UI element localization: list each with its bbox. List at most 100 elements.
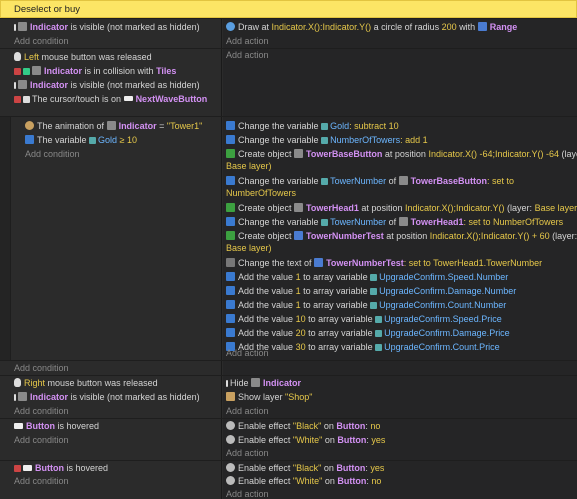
add-action-link[interactable]: Add action — [226, 49, 269, 61]
event3-actions-4-layer: (layer: — [507, 203, 533, 213]
condition-visible[interactable]: Indicator is visible (not marked as hidd… — [14, 21, 200, 34]
event6-a1-pre: Enable effect — [238, 463, 291, 473]
action-enable-black[interactable]: Enable effect "Black" on Button: yes — [226, 462, 384, 475]
scene-variable-icon — [375, 316, 383, 323]
text-object-icon — [314, 258, 324, 267]
action-add-speed-price[interactable]: Add the value 10 to array variable Upgra… — [226, 313, 502, 326]
variable-icon — [226, 217, 235, 226]
cursor-icon — [226, 380, 228, 387]
event-row-3[interactable]: The animation of Indicator = "Tower1" Th… — [11, 117, 577, 360]
event3-actions-3-rest: : set to — [487, 176, 515, 186]
conditions-column: Add condition — [0, 361, 222, 375]
add-action-link[interactable]: Add action — [226, 488, 269, 499]
condition-mouse-left[interactable]: Left mouse button was released — [14, 51, 152, 64]
event5-a1-eff: "Black" — [292, 421, 322, 431]
event1-cond1-obj: Indicator — [30, 22, 69, 32]
condition-variable-gold[interactable]: The variable Gold ≥ 10 — [25, 134, 137, 147]
actions-column: Enable effect "Black" on Button: no Enab… — [223, 419, 577, 460]
conditions-column: Right mouse button was released Indicato… — [0, 376, 222, 418]
event5-a1-pre: Enable effect — [238, 421, 291, 431]
effect-icon — [226, 435, 235, 444]
condition-animation[interactable]: The animation of Indicator = "Tower1" — [25, 120, 202, 133]
event-row-1[interactable]: Indicator is visible (not marked as hidd… — [0, 19, 577, 48]
add-condition-link[interactable]: Add condition — [14, 35, 69, 47]
shape-painter-icon — [477, 22, 487, 31]
event3-actions-8-val: 1 — [295, 272, 301, 282]
collision-icon — [23, 68, 30, 75]
action-enable-white[interactable]: Enable effect "White" on Button: yes — [226, 434, 385, 447]
event3-c1-val: "Tower1" — [166, 121, 203, 131]
add-action-link[interactable]: Add action — [226, 447, 269, 459]
event-row-4[interactable]: Right mouse button was released Indicato… — [0, 376, 577, 418]
conditions-column: Button is hovered Add condition — [0, 419, 222, 460]
cursor-touch-icon — [23, 96, 30, 103]
scene-variable-icon — [370, 302, 378, 309]
action-create-towerbasebutton[interactable]: Create object TowerBaseButton at positio… — [226, 148, 577, 161]
event4-c1-text: mouse button was released — [47, 378, 158, 388]
action-enable-white[interactable]: Enable effect "White" on Button: no — [226, 475, 381, 488]
condition-button-hovered[interactable]: Button is hovered — [14, 420, 99, 433]
action-add-damage-price[interactable]: Add the value 20 to array variable Upgra… — [226, 327, 510, 340]
action-set-towernumber-head[interactable]: Change the variable TowerNumber of Tower… — [226, 216, 563, 229]
action-hide[interactable]: Hide Indicator — [226, 377, 301, 390]
event-row-6[interactable]: Button is hovered Add condition Enable e… — [0, 461, 577, 499]
action-add-damage-number[interactable]: Add the value 1 to array variable Upgrad… — [226, 285, 516, 298]
action-add-count-number[interactable]: Add the value 1 to array variable Upgrad… — [226, 299, 506, 312]
event-row-2[interactable]: Left mouse button was released Indicator… — [0, 49, 577, 116]
add-condition-link[interactable]: Add condition — [14, 434, 69, 446]
action-draw-circle[interactable]: Draw at Indicator.X():Indicator.Y() a ci… — [226, 21, 517, 34]
event3-actions-9-rest: to array variable — [303, 286, 368, 296]
condition-mouse-right[interactable]: Right mouse button was released — [14, 377, 158, 390]
event6-c1-obj: Button — [35, 463, 64, 473]
condition-visible[interactable]: Indicator is visible (not marked as hidd… — [14, 79, 200, 92]
action-change-gold[interactable]: Change the variable Gold: subtract 10 — [226, 120, 399, 133]
event1-cond1-text: is visible (not marked as hidden) — [70, 22, 200, 32]
event3-actions-10-text: Add the value — [238, 300, 294, 310]
object-icon — [106, 121, 116, 130]
condition-button-not-hovered[interactable]: Button is hovered — [14, 462, 108, 475]
button-object-icon — [14, 423, 23, 429]
action-create-towerhead1[interactable]: Create object TowerHead1 at position Ind… — [226, 202, 577, 215]
add-condition-link[interactable]: Add condition — [14, 362, 69, 374]
condition-collision[interactable]: Indicator is in collision with Tiles — [14, 65, 176, 78]
event3-actions-0-val: 10 — [388, 121, 399, 131]
event3-actions-2-layerval: Base layer) — [226, 161, 272, 171]
event3-actions-6-obj: TowerNumberTest — [306, 231, 384, 241]
group-header[interactable]: Deselect or buy — [0, 0, 577, 18]
event3-actions-11-val: 10 — [295, 314, 306, 324]
object-icon — [18, 392, 27, 401]
invert-icon — [14, 68, 21, 75]
event3-actions-7-obj: TowerNumberTest — [326, 258, 404, 268]
action-create-towerbasebutton-layer: Base layer) — [226, 160, 272, 173]
condition-visible[interactable]: Indicator is visible (not marked as hidd… — [14, 391, 200, 404]
event3-actions-6-layer: (layer: — [552, 231, 577, 241]
event3-actions-11-text: Add the value — [238, 314, 294, 324]
action-add-speed-number[interactable]: Add the value 1 to array variable Upgrad… — [226, 271, 508, 284]
action-change-text[interactable]: Change the text of TowerNumberTest: set … — [226, 257, 542, 270]
add-action-link[interactable]: Add action — [226, 405, 269, 417]
subevent-indent-bar — [0, 117, 10, 360]
event3-actions-2-layer: (layer: — [561, 149, 577, 159]
event3-actions-4-obj: TowerHead1 — [306, 203, 359, 213]
event3-actions-8-var: UpgradeConfirm.Speed.Number — [379, 272, 509, 282]
scene-variable-icon — [321, 123, 329, 130]
object-icon — [18, 80, 27, 89]
add-action-link[interactable]: Add action — [226, 35, 269, 47]
action-enable-black[interactable]: Enable effect "Black" on Button: no — [226, 420, 380, 433]
add-condition-link[interactable]: Add condition — [25, 148, 80, 160]
event-row-5[interactable]: Button is hovered Add condition Enable e… — [0, 419, 577, 460]
event3-actions-5-obj: TowerHead1 — [410, 217, 464, 227]
event5-c1-obj: Button — [26, 421, 55, 431]
action-set-towernumber-base-value: NumberOfTowers — [226, 187, 296, 200]
event3-c2-pre: The variable — [37, 135, 87, 145]
add-action-link[interactable]: Add action — [226, 347, 269, 359]
add-condition-link[interactable]: Add condition — [14, 405, 69, 417]
action-show-layer[interactable]: Show layer "Shop" — [226, 391, 312, 404]
effect-icon — [226, 463, 235, 472]
event3-actions-8-rest: to array variable — [303, 272, 368, 282]
add-condition-link[interactable]: Add condition — [14, 475, 69, 487]
action-change-numberoftowers[interactable]: Change the variable NumberOfTowers: add … — [226, 134, 428, 147]
action-create-towernumbertest[interactable]: Create object TowerNumberTest at positio… — [226, 230, 577, 243]
event2-c2-obj: Indicator — [44, 66, 83, 76]
condition-cursor-on[interactable]: The cursor/touch is on NextWaveButton — [14, 93, 207, 106]
